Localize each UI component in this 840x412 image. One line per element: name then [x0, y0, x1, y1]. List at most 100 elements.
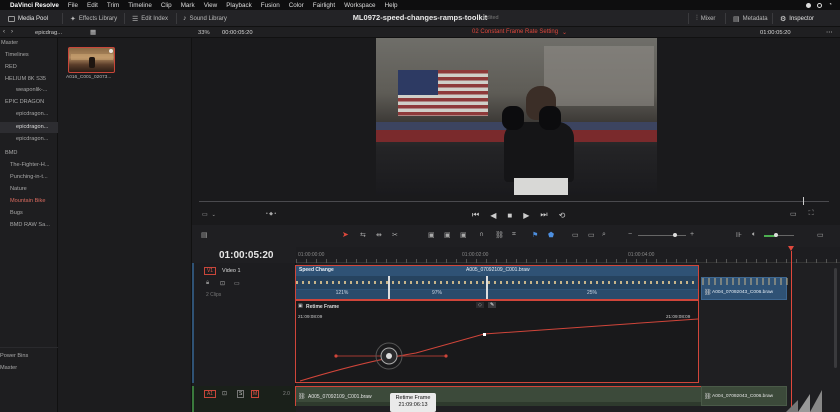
viewer-playhead[interactable]	[803, 197, 804, 205]
forward-icon[interactable]: ›	[11, 29, 13, 35]
speed-strip[interactable]	[296, 276, 698, 289]
selection-tool-icon[interactable]: ➤	[342, 230, 349, 239]
volume-slider-handle[interactable]	[774, 233, 778, 237]
linked-selection-icon[interactable]: ⛓	[495, 231, 504, 239]
menu-edit[interactable]: Edit	[87, 2, 98, 9]
menu-timeline[interactable]: Timeline	[128, 2, 152, 9]
bin-epicdragon-1[interactable]: epicdragon...	[0, 109, 58, 120]
menu-help[interactable]: Help	[385, 2, 398, 9]
bin-bugs[interactable]: Bugs	[0, 208, 58, 219]
app-menu[interactable]: DaVinci Resolve	[10, 2, 59, 9]
speed-segment-2[interactable]: 97%	[388, 290, 486, 298]
chevron-down-icon[interactable]: ⌄	[212, 212, 216, 218]
zoom-slider[interactable]	[638, 235, 686, 236]
wifi-icon[interactable]: ◔	[828, 2, 832, 8]
blade-tool-icon[interactable]: ✂	[392, 231, 398, 239]
reverse-icon[interactable]: ◀	[490, 211, 496, 220]
menu-workspace[interactable]: Workspace	[344, 2, 375, 9]
options-icon[interactable]: ⋯	[826, 28, 833, 36]
go-to-start-icon[interactable]: ⏮	[472, 210, 479, 220]
timeline-options-icon[interactable]: ▤	[201, 231, 208, 239]
lock-icon[interactable]: 🔒︎	[206, 280, 209, 287]
menu-playback[interactable]: Playback	[226, 2, 252, 9]
zoom-custom-icon[interactable]: ⌕	[602, 231, 606, 239]
bin-the-fighter[interactable]: The-Fighter-H...	[0, 160, 58, 171]
stop-icon[interactable]: ■	[507, 211, 512, 220]
bin-helium[interactable]: HELIUM 8K S35	[0, 74, 58, 85]
power-bin-master[interactable]: Master	[0, 363, 58, 374]
dynamic-trim-icon[interactable]: ⇹	[376, 231, 382, 239]
video-clip-1[interactable]: Speed Change A005_07092109_C001.braw 121…	[295, 265, 699, 300]
speed-point-2[interactable]	[486, 276, 488, 299]
solo-button[interactable]: S	[237, 390, 245, 398]
insert-clip-icon[interactable]: ▣	[428, 231, 435, 239]
timeline-view-icon[interactable]: ▭	[817, 231, 824, 239]
chevron-down-icon[interactable]: ⌄	[562, 29, 567, 36]
loop-icon[interactable]: ⟲	[559, 211, 566, 220]
menu-file[interactable]: File	[68, 2, 78, 9]
jog-dots-icon[interactable]: • ◆ •	[266, 211, 276, 217]
speed-segment-1[interactable]: 121%	[296, 290, 388, 298]
bin-epicdragon-3[interactable]: epicdragon...	[0, 134, 58, 145]
bin-bmd[interactable]: BMD	[0, 148, 58, 159]
power-bins-header[interactable]: Power Bins	[0, 351, 58, 362]
metadata-button[interactable]: ▤ Metadata	[729, 12, 772, 25]
zoom-full-icon[interactable]: ▭	[572, 231, 579, 239]
bezier-handle-right[interactable]	[444, 354, 448, 358]
back-icon[interactable]: ‹	[3, 29, 5, 35]
bin-master[interactable]: Master	[0, 38, 58, 49]
track-v1-name[interactable]: Video 1	[222, 268, 241, 274]
bezier-handle-left[interactable]	[334, 354, 338, 358]
zoom-out-icon[interactable]: −	[628, 231, 632, 238]
bin-punching[interactable]: Punching-in-t...	[0, 172, 58, 183]
menu-clip[interactable]: Clip	[161, 2, 172, 9]
timeline-ruler[interactable]: 01:00:00:00 01:00:02:00 01:00:04:00	[296, 247, 840, 263]
menu-mark[interactable]: Mark	[181, 2, 195, 9]
bin-timelines[interactable]: Timelines	[0, 50, 58, 61]
media-pool-button[interactable]: Media Pool	[4, 12, 52, 25]
bin-weaponlik[interactable]: weaponlik-...	[0, 85, 58, 96]
menu-fusion[interactable]: Fusion	[261, 2, 280, 9]
snapping-icon[interactable]: ∩	[479, 231, 484, 238]
zoom-level[interactable]: 33%	[198, 30, 210, 36]
audio-meter-icon[interactable]: ⊪	[736, 231, 742, 239]
keyframe-center[interactable]	[386, 353, 392, 359]
speaker-icon[interactable]: 🔈︎	[752, 231, 756, 239]
overwrite-clip-icon[interactable]: ▣	[444, 231, 451, 239]
grid-view-icon[interactable]: ▦	[90, 28, 96, 36]
zoom-in-icon[interactable]: +	[690, 231, 694, 238]
retime-curve-editor[interactable]: ▣ Retime Frame ◇ ✎ 21:09:08:09 21:09:08:…	[295, 300, 699, 383]
fullscreen-icon[interactable]: ⛶	[809, 210, 814, 218]
position-lock-icon[interactable]: ⌗	[512, 231, 516, 239]
control-center-icon[interactable]	[817, 2, 823, 8]
replace-clip-icon[interactable]: ▣	[460, 231, 467, 239]
track-visibility-icon[interactable]: ▭	[234, 280, 240, 287]
viewer-scrub-bar[interactable]	[199, 201, 829, 202]
marker-icon[interactable]: ⬟	[548, 231, 554, 239]
inspector-button[interactable]: ⚙ Inspector	[776, 12, 818, 25]
zoom-slider-handle[interactable]	[673, 233, 677, 237]
zoom-detail-icon[interactable]: ▭	[588, 231, 595, 239]
menu-color[interactable]: Color	[289, 2, 304, 9]
speed-point-1[interactable]	[388, 276, 390, 299]
status-icon[interactable]	[806, 2, 812, 8]
volume-slider[interactable]	[776, 235, 794, 236]
effects-library-button[interactable]: ✦ Effects Library	[66, 12, 121, 25]
sound-library-button[interactable]: ♪ Sound Library	[179, 12, 231, 25]
auto-select-icon[interactable]: ⊡	[220, 280, 225, 287]
flag-icon[interactable]: ⚑	[532, 231, 538, 239]
go-to-end-icon[interactable]: ⏭	[540, 210, 547, 220]
bin-mountain-bike[interactable]: Mountain Bike	[0, 196, 58, 207]
bin-path[interactable]: epicdrag...	[35, 30, 62, 36]
edit-index-button[interactable]: ☰ Edit Index	[128, 12, 172, 25]
bin-nature[interactable]: Nature	[0, 184, 58, 195]
video-clip-2[interactable]: ⛓ A004_07092043_C006.braw	[701, 277, 788, 300]
mixer-button[interactable]: ⫶ Mixer	[692, 12, 719, 25]
track-v1-label[interactable]: V1	[204, 267, 216, 275]
clip-thumbnail[interactable]	[68, 47, 115, 73]
bin-bmd-raw[interactable]: BMD RAW Sa...	[0, 220, 58, 231]
menu-fairlight[interactable]: Fairlight	[313, 2, 335, 9]
menu-view[interactable]: View	[204, 2, 218, 9]
keyframe-point[interactable]	[483, 333, 486, 336]
menu-trim[interactable]: Trim	[107, 2, 119, 9]
